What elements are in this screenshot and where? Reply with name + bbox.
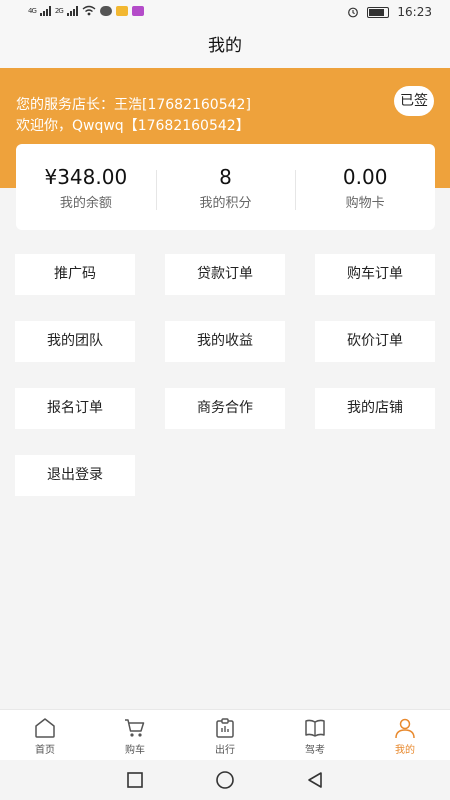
stats-card: ¥348.00 我的余额 8 我的积分 0.00 购物卡	[16, 144, 435, 230]
signal-label-left: 4G	[28, 6, 37, 15]
my-store-button[interactable]: 我的店铺	[315, 388, 435, 429]
alarm-icon	[348, 7, 359, 18]
my-earnings-button[interactable]: 我的收益	[165, 321, 285, 362]
stat-label: 我的积分	[199, 195, 252, 211]
store-manager-info: 您的服务店长：王浩[17682160542]	[16, 97, 251, 113]
tab-travel[interactable]: 出行	[180, 710, 270, 760]
stat-value: 0.00	[342, 164, 388, 189]
tab-label: 首页	[35, 745, 55, 756]
clock: 16:23	[397, 5, 432, 19]
car-orders-button[interactable]: 购车订单	[315, 254, 435, 295]
user-icon	[395, 718, 415, 739]
tab-mine[interactable]: 我的	[360, 710, 450, 760]
status-left: 4G 2G	[28, 5, 144, 16]
home-circle-icon[interactable]	[215, 770, 235, 790]
page-title: 我的	[0, 24, 450, 68]
battery-icon	[367, 6, 390, 18]
loan-orders-button[interactable]: 贷款订单	[165, 254, 285, 295]
tab-driving-test[interactable]: 驾考	[270, 710, 360, 760]
recent-apps-icon[interactable]	[125, 770, 145, 790]
bargain-orders-button[interactable]: 砍价订单	[315, 321, 435, 362]
stat-label: 我的余额	[59, 195, 112, 211]
logout-button[interactable]: 退出登录	[15, 455, 135, 496]
bottom-tab-bar: 首页 购车 出行 驾考 我的	[0, 709, 450, 760]
signal-icon	[39, 5, 51, 16]
tab-home[interactable]: 首页	[0, 710, 90, 760]
tab-buy-car[interactable]: 购车	[90, 710, 180, 760]
signal-icon-2	[66, 5, 78, 16]
stat-points[interactable]: 8 我的积分	[155, 164, 296, 211]
stat-shopping-card[interactable]: 0.00 购物卡	[295, 164, 435, 211]
business-cooperation-button[interactable]: 商务合作	[165, 388, 285, 429]
app-notification-icon	[115, 5, 128, 16]
message-icon	[99, 5, 112, 16]
signup-orders-button[interactable]: 报名订单	[15, 388, 135, 429]
system-nav-bar	[0, 760, 450, 800]
stat-label: 购物卡	[345, 195, 385, 211]
promo-code-button[interactable]: 推广码	[15, 254, 135, 295]
sign-in-button[interactable]: 已签	[394, 86, 434, 116]
back-icon[interactable]	[305, 770, 325, 790]
my-team-button[interactable]: 我的团队	[15, 321, 135, 362]
stat-balance[interactable]: ¥348.00 我的余额	[16, 164, 156, 211]
tab-label: 出行	[215, 745, 235, 756]
welcome-text: 欢迎你，Qwqwq【17682160542】	[16, 118, 250, 134]
app-notification-icon-2	[131, 5, 144, 16]
cart-icon	[125, 719, 145, 737]
stat-value: 8	[219, 164, 232, 189]
home-icon	[35, 718, 55, 738]
status-right: 16:23	[347, 5, 432, 19]
tab-label: 购车	[125, 745, 145, 756]
tab-label: 驾考	[305, 745, 325, 756]
clipboard-icon	[216, 718, 234, 738]
menu-grid: 推广码 贷款订单 购车订单 我的团队 我的收益 砍价订单 报名订单 商务合作 我…	[15, 254, 435, 496]
status-bar: 4G 2G 16:23	[0, 0, 450, 24]
wifi-icon	[82, 5, 96, 16]
book-icon	[305, 719, 325, 737]
stat-value: ¥348.00	[44, 164, 128, 189]
tab-label: 我的	[395, 745, 415, 756]
signal-label-right: 2G	[54, 6, 64, 15]
